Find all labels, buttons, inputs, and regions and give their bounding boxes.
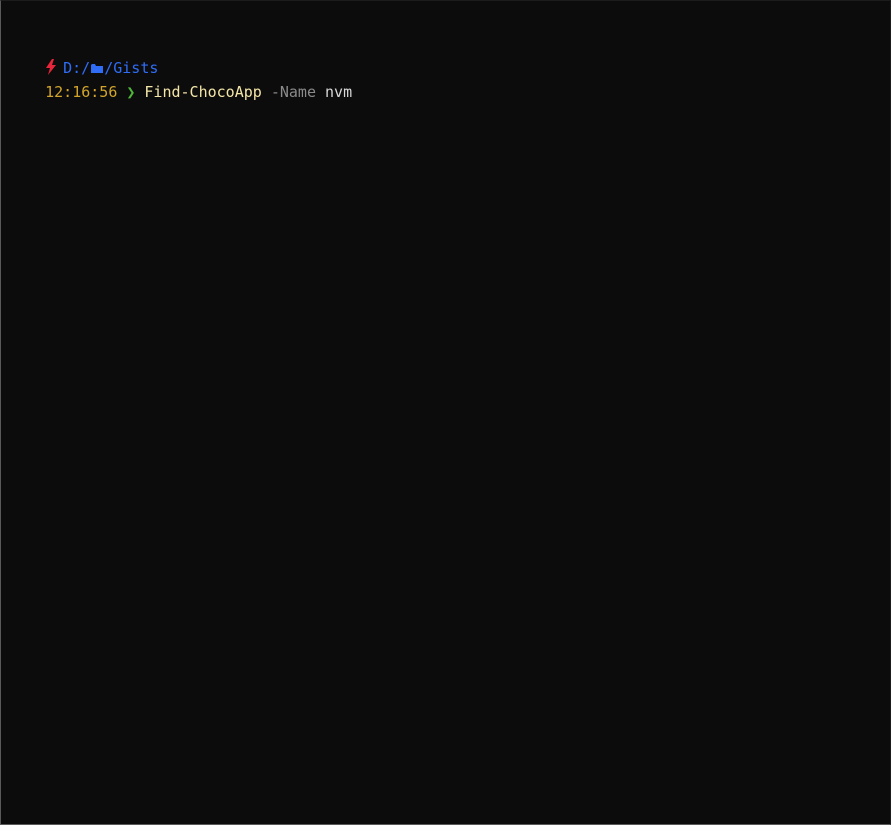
prompt-time: 12:16:56	[45, 83, 118, 101]
terminal-window[interactable]: D:/ /Gists 12:16:56 ❯ Find-ChocoApp -Name …	[0, 0, 891, 825]
command-name: Find-ChocoApp	[144, 83, 262, 101]
prompt-chevron: ❯	[126, 83, 136, 101]
command-parameter: -Name	[270, 83, 316, 101]
command-argument: nvm	[325, 83, 353, 101]
command-line[interactable]: 12:16:56 ❯ Find-ChocoApp -Name nvm	[9, 56, 352, 128]
